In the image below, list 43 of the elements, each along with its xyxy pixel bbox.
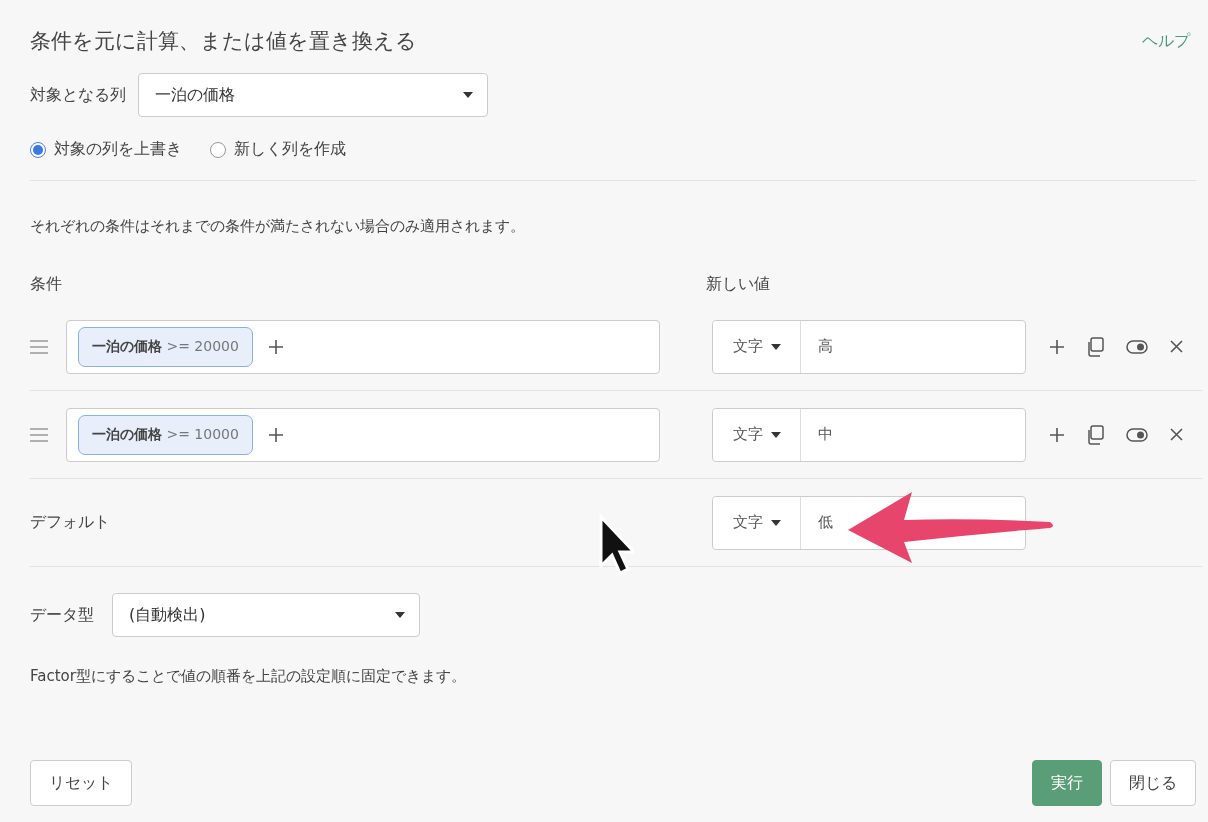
type-dropdown[interactable]: 文字: [713, 408, 801, 461]
caret-icon: [770, 519, 781, 526]
info-text: それぞれの条件はそれまでの条件が満たされない場合のみ適用されます。: [30, 217, 526, 236]
value-field[interactable]: 文字 高: [712, 319, 1026, 374]
default-label: デフォルト: [30, 512, 111, 533]
caret-icon: [770, 431, 781, 438]
data-type-dropdown[interactable]: (自動検出): [112, 593, 420, 637]
close-button[interactable]: 閉じる: [1110, 760, 1196, 806]
type-dropdown[interactable]: 文字: [713, 320, 801, 373]
copy-icon[interactable]: [1086, 424, 1104, 445]
column-header: 条件: [30, 274, 63, 295]
radio-option[interactable]: 対象の列を上書き: [30, 139, 182, 160]
column-dropdown[interactable]: 一泊の価格: [138, 73, 488, 117]
radio-icon[interactable]: [210, 141, 226, 158]
column-header: 新しい値: [706, 274, 770, 295]
radio-icon[interactable]: [30, 141, 46, 158]
dialog-title: 条件を元に計算、または値を置き換える: [30, 28, 417, 55]
condition-chip[interactable]: 一泊の価格 >= 10000: [78, 414, 253, 455]
condition-field[interactable]: 一泊の価格 >= 20000: [66, 319, 660, 374]
mouse-pointer-icon: [598, 514, 634, 576]
add-icon[interactable]: [268, 339, 283, 354]
close-icon[interactable]: [1170, 340, 1183, 353]
caret-icon: [770, 343, 781, 350]
field-label: データ型: [30, 604, 94, 626]
drag-handle-icon[interactable]: [30, 427, 48, 442]
value-field[interactable]: 文字 中: [712, 407, 1026, 462]
field-label: 対象となる列: [30, 84, 126, 106]
condition-chip[interactable]: 一泊の価格 >= 20000: [78, 326, 253, 367]
reset-button[interactable]: リセット: [30, 760, 132, 806]
caret-icon: [463, 92, 473, 98]
add-icon[interactable]: [1050, 339, 1064, 354]
type-dropdown[interactable]: 文字: [713, 496, 801, 549]
copy-icon[interactable]: [1086, 336, 1104, 357]
add-icon[interactable]: [268, 427, 283, 442]
add-icon[interactable]: [1050, 427, 1064, 442]
info-text: Factor型にすることで値の順番を上記の設定順に固定できます。: [30, 667, 467, 686]
toggle-icon[interactable]: [1126, 427, 1148, 442]
close-icon[interactable]: [1170, 428, 1183, 441]
caret-icon: [395, 612, 405, 618]
condition-field[interactable]: 一泊の価格 >= 10000: [66, 407, 660, 462]
toggle-icon[interactable]: [1126, 339, 1148, 354]
radio-option[interactable]: 新しく列を作成: [210, 139, 346, 160]
drag-handle-icon[interactable]: [30, 339, 48, 354]
